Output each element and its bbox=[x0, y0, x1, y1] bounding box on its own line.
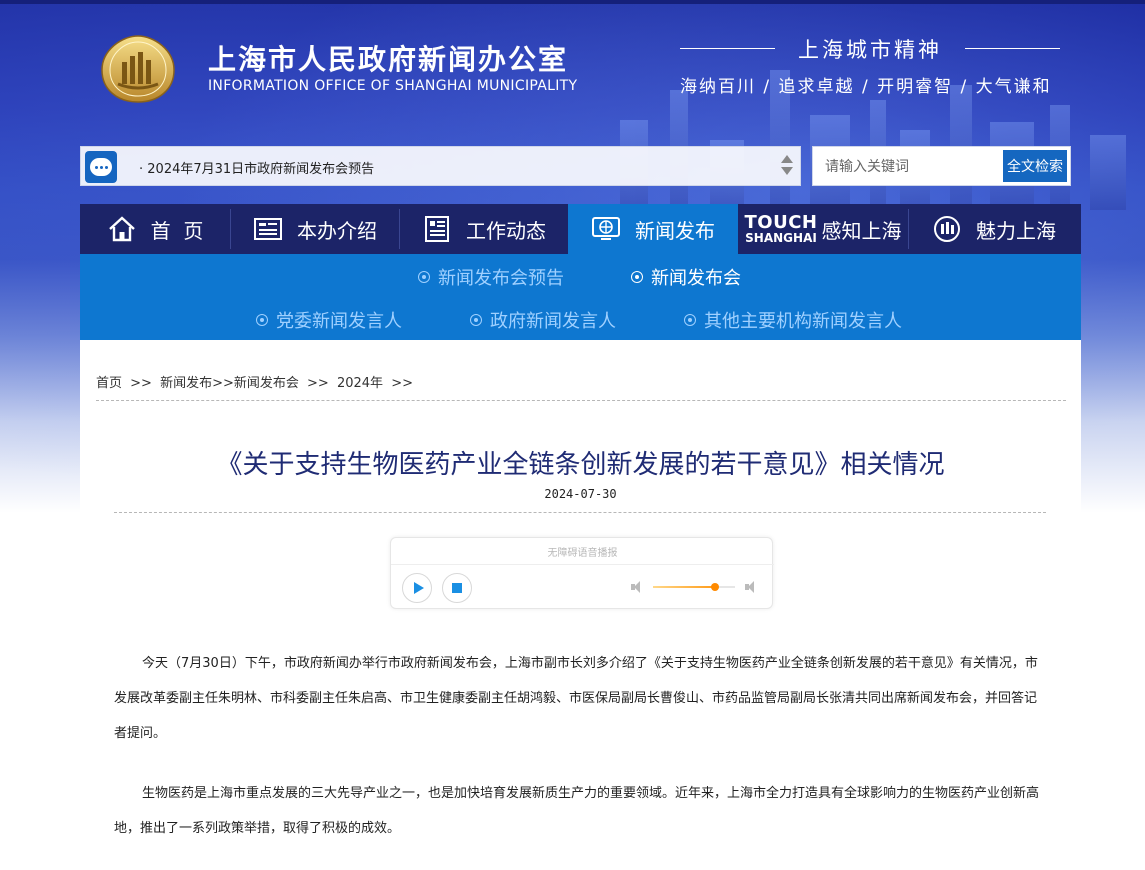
play-button[interactable] bbox=[402, 573, 432, 603]
subnav-item-preview[interactable]: 新闻发布会预告 bbox=[418, 264, 564, 290]
breadcrumb: 首页 >> 新闻发布>>新闻发布会 >> 2024年 >> bbox=[96, 372, 417, 391]
nav-label: 新闻发布 bbox=[635, 218, 715, 243]
globe-screen-icon bbox=[592, 217, 620, 240]
emblem-icon bbox=[934, 216, 960, 242]
site-title[interactable]: 上海市人民政府新闻办公室 bbox=[208, 38, 568, 78]
subnav-item-conference[interactable]: 新闻发布会 bbox=[631, 264, 741, 290]
top-border bbox=[0, 0, 1145, 4]
circle-dot-icon bbox=[418, 271, 430, 283]
subnav-label: 新闻发布会预告 bbox=[438, 268, 564, 289]
notice-link[interactable]: 2024年7月31日市政府新闻发布会预告 bbox=[147, 162, 374, 177]
stop-icon bbox=[452, 583, 462, 593]
nav-label: 魅力上海 bbox=[976, 218, 1056, 243]
article-date: 2024-07-30 bbox=[544, 487, 617, 501]
nav-item-home[interactable]: 首 页 bbox=[80, 204, 230, 254]
volume-handle[interactable] bbox=[710, 583, 719, 591]
ticker-arrows[interactable] bbox=[780, 153, 794, 181]
audio-player: 无障碍语音播报 bbox=[390, 537, 774, 609]
home-icon bbox=[108, 216, 135, 242]
circle-dot-icon bbox=[470, 314, 482, 326]
notice-bullet: · bbox=[139, 162, 144, 177]
main-nav: 首 页 本办介绍 工作动态 新闻发布 TOUCH SHANGHAI 感知上海 魅… bbox=[80, 204, 1081, 254]
player-label: 无障碍语音播报 bbox=[547, 548, 618, 559]
nav-item-charm-shanghai[interactable]: 魅力上海 bbox=[909, 204, 1079, 254]
nav-item-work-updates[interactable]: 工作动态 bbox=[400, 204, 568, 254]
subnav-item-gov-spokesman[interactable]: 政府新闻发言人 bbox=[470, 307, 616, 333]
article-paragraph: 今天（7月30日）下午，市政府新闻办举行市政府新闻发布会，上海市副市长刘多介绍了… bbox=[114, 656, 1038, 741]
play-icon bbox=[413, 582, 424, 594]
subnav-label: 政府新闻发言人 bbox=[490, 311, 616, 332]
sub-nav: 新闻发布会预告 新闻发布会 党委新闻发言人 政府新闻发言人 其他主要机构新闻发言… bbox=[80, 254, 1081, 340]
nav-label: 本办介绍 bbox=[297, 218, 377, 243]
city-spirit-title: 上海城市精神 bbox=[798, 38, 942, 62]
arrow-up-icon[interactable] bbox=[781, 155, 793, 163]
volume-slider[interactable] bbox=[653, 583, 735, 591]
circle-dot-icon bbox=[631, 271, 643, 283]
breadcrumb-separator: >> bbox=[130, 376, 152, 391]
nav-item-press-release[interactable]: 新闻发布 bbox=[568, 204, 738, 254]
notice-item[interactable]: · 2024年7月31日市政府新闻发布会预告 bbox=[139, 158, 374, 177]
logo-emblem[interactable] bbox=[100, 34, 176, 104]
subnav-label: 新闻发布会 bbox=[651, 268, 741, 289]
breadcrumb-level1[interactable]: 新闻发布>>新闻发布会 bbox=[160, 376, 299, 391]
nav-item-about[interactable]: 本办介绍 bbox=[231, 204, 399, 254]
badge-line2: SHANGHAI bbox=[745, 231, 817, 245]
article-title: 《关于支持生物医药产业全链条创新发展的若干意见》相关情况 bbox=[216, 450, 945, 480]
breadcrumb-separator: >> bbox=[307, 376, 329, 391]
stop-button[interactable] bbox=[442, 573, 472, 603]
volume-fill bbox=[653, 586, 715, 588]
breadcrumb-level2[interactable]: 2024年 bbox=[337, 376, 383, 391]
news-doc-icon bbox=[425, 216, 449, 242]
volume-up-icon[interactable] bbox=[745, 580, 759, 594]
volume-mute-icon[interactable] bbox=[631, 580, 645, 594]
city-spirit-values: 海纳百川 / 追求卓越 / 开明睿智 / 大气谦和 bbox=[680, 77, 1052, 97]
subnav-item-other-spokesman[interactable]: 其他主要机构新闻发言人 bbox=[684, 307, 902, 333]
nav-label: 感知上海 bbox=[821, 218, 902, 243]
subnav-label: 党委新闻发言人 bbox=[276, 311, 402, 332]
player-divider bbox=[391, 564, 774, 565]
subnav-label: 其他主要机构新闻发言人 bbox=[704, 311, 902, 332]
content-panel: 首页 >> 新闻发布>>新闻发布会 >> 2024年 >> 《关于支持生物医药产… bbox=[80, 340, 1081, 870]
breadcrumb-separator: >> bbox=[391, 376, 413, 391]
arrow-down-icon[interactable] bbox=[781, 167, 793, 175]
subnav-item-party-spokesman[interactable]: 党委新闻发言人 bbox=[256, 307, 402, 333]
search-box: 全文检索 bbox=[812, 146, 1071, 186]
badge-line1: TOUCH bbox=[744, 212, 818, 233]
nav-label: 工作动态 bbox=[466, 218, 546, 243]
site-subtitle: INFORMATION OFFICE OF SHANGHAI MUNICIPAL… bbox=[208, 78, 578, 94]
search-button[interactable]: 全文检索 bbox=[1003, 150, 1067, 182]
touch-shanghai-badge: TOUCH SHANGHAI bbox=[744, 212, 818, 245]
search-input[interactable] bbox=[825, 155, 1005, 179]
divider-line bbox=[965, 48, 1060, 49]
nav-item-touch-shanghai[interactable]: TOUCH SHANGHAI 感知上海 bbox=[738, 204, 908, 254]
breadcrumb-home[interactable]: 首页 bbox=[96, 376, 122, 391]
divider bbox=[114, 512, 1046, 513]
chat-bubble-icon bbox=[85, 151, 117, 183]
circle-dot-icon bbox=[256, 314, 268, 326]
article-paragraph: 生物医药是上海市重点发展的三大先导产业之一，也是加快培育发展新质生产力的重要领域… bbox=[114, 786, 1040, 836]
nav-label: 首 页 bbox=[150, 218, 204, 243]
divider bbox=[96, 400, 1066, 401]
info-board-icon bbox=[254, 218, 282, 240]
circle-dot-icon bbox=[684, 314, 696, 326]
notice-ticker: · 2024年7月31日市政府新闻发布会预告 bbox=[80, 146, 801, 186]
